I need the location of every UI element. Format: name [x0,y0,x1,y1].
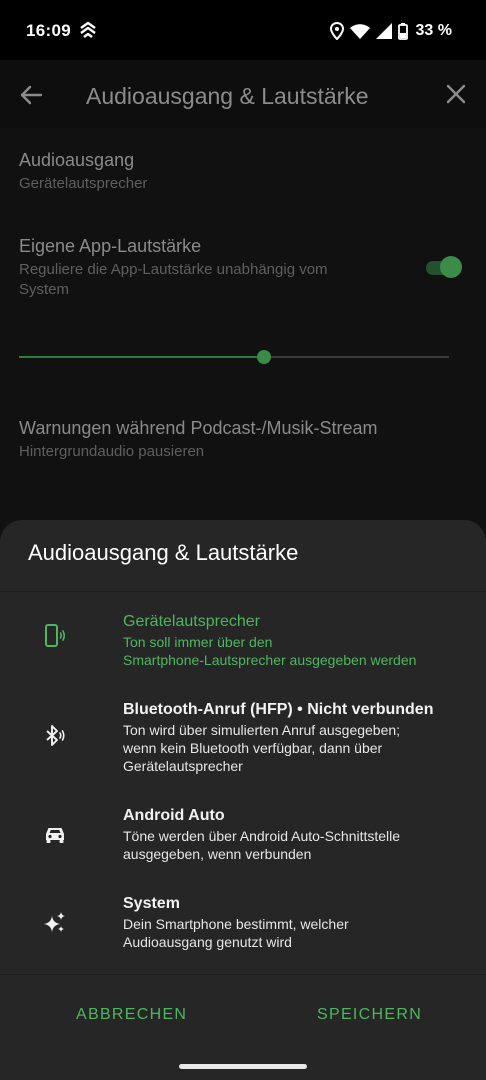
setting-warnings-subtitle: Hintergrundaudio pausieren [19,443,205,460]
app-volume-toggle[interactable] [422,256,462,278]
option-bluetooth-call[interactable]: Bluetooth-Anruf (HFP) • Nicht verbunden … [0,701,486,777]
option-title: Gerätelautsprecher [123,613,260,630]
option-description-line: Ton soll immer über den [123,634,273,650]
option-system[interactable]: System Dein Smartphone bestimmt, welcher… [0,895,486,953]
phone-speaker-icon [45,624,66,647]
toolbar: Audioausgang & Lautstärke [0,60,486,128]
option-description: Dein Smartphone bestimmt, welcher Audioa… [123,915,463,951]
volume-slider[interactable] [19,348,449,366]
bluetooth-audio-icon [46,725,65,746]
location-icon [329,22,344,40]
dialog-divider-top [0,591,486,592]
cancel-button[interactable]: ABBRECHEN [76,1006,187,1024]
option-description-line: Gerätelautsprecher [123,758,243,774]
option-description-line: Ton wird über simulierten Anruf ausgegeb… [123,722,401,738]
dialog-divider-bottom [0,974,486,975]
toggle-thumb [440,256,462,278]
car-icon [46,828,64,843]
slider-fill [19,356,265,358]
dialog-title: Audioausgang & Lautstärke [28,540,299,565]
option-description-line: Smartphone-Lautsprecher ausgegeben werde… [123,652,417,668]
audio-output-dialog: Audioausgang & Lautstärke Gerätelautspre… [0,520,486,1080]
signal-icon [375,23,392,39]
option-description: Ton soll immer über den Smartphone-Lauts… [123,633,463,669]
option-title: Bluetooth-Anruf (HFP) • Nicht verbunden [123,701,434,718]
option-description: Ton wird über simulierten Anruf ausgegeb… [123,721,463,775]
page-title: Audioausgang & Lautstärke [86,83,369,109]
option-description: Töne werden über Android Auto-Schnittste… [123,827,463,863]
status-bar: 16:09 33 % [0,0,486,60]
setting-app-volume-subtitle-line2: System [19,281,70,298]
setting-warnings-title: Warnungen während Podcast-/Musik-Stream [19,418,378,438]
option-description-line: wenn kein Bluetooth verfügbar, dann über [123,740,383,756]
battery-percent: 33 % [415,22,452,39]
sparkles-icon [44,912,65,932]
back-arrow-icon[interactable] [18,82,44,108]
option-description-line: Töne werden über Android Auto-Schnittste… [123,828,401,844]
wifi-icon [349,24,370,39]
option-description-line: Dein Smartphone bestimmt, welcher [123,916,349,932]
status-time: 16:09 [26,21,71,40]
setting-audio-output-title: Audioausgang [19,150,135,170]
setting-app-volume-subtitle-line1: Reguliere die App-Lautstärke unabhängig … [19,261,328,278]
save-button[interactable]: SPEICHERN [317,1006,422,1024]
battery-icon [397,22,408,40]
option-title: System [123,895,180,912]
dialog-actions: ABBRECHEN SPEICHERN [0,1006,486,1046]
app-notification-icon [80,21,96,38]
option-description-line: Audioausgang genutzt wird [123,934,292,950]
option-android-auto[interactable]: Android Auto Töne werden über Android Au… [0,807,486,865]
setting-audio-output-value: Gerätelautsprecher [19,175,148,192]
option-description-line: ausgegeben, wenn verbunden [123,846,312,862]
settings-list: Audioausgang Gerätelautsprecher Eigene A… [0,128,486,520]
option-title: Android Auto [123,807,225,824]
slider-knob[interactable] [257,350,272,364]
gesture-nav-bar[interactable] [179,1064,307,1069]
setting-app-volume-title: Eigene App-Lautstärke [19,236,202,256]
option-device-speaker[interactable]: Gerätelautsprecher Ton soll immer über d… [0,613,486,685]
close-icon[interactable] [444,82,468,106]
